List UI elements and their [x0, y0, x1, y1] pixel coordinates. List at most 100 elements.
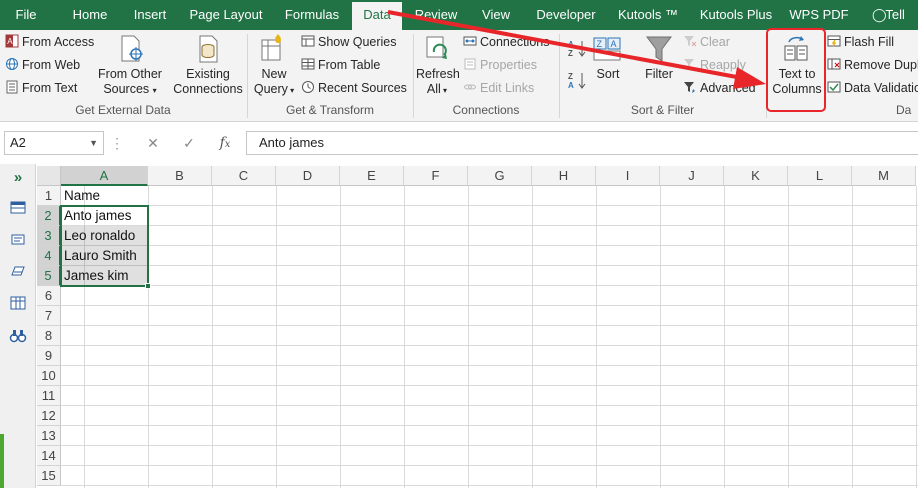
row-header-3[interactable]: 3 — [37, 226, 61, 246]
row-header-9[interactable]: 9 — [37, 346, 61, 366]
row-header-8[interactable]: 8 — [37, 326, 61, 346]
column-header-a[interactable]: A — [61, 166, 148, 186]
row-header-6[interactable]: 6 — [37, 286, 61, 306]
column-header-m[interactable]: M — [852, 166, 916, 186]
tab-page-layout[interactable]: Page Layout — [186, 0, 266, 30]
column-header-b[interactable]: B — [148, 166, 212, 186]
tell-me-box[interactable]: ◯ Tell m — [872, 0, 918, 52]
fill-handle[interactable] — [145, 283, 151, 289]
from-access-label: From Access — [22, 35, 95, 49]
existing-label-1: Existing — [186, 67, 230, 81]
enter-check-icon[interactable]: ✓ — [177, 132, 201, 154]
group-label-get-external-data: Get External Data — [75, 103, 171, 117]
cancel-icon[interactable]: ✕ — [141, 132, 165, 154]
properties-button[interactable]: Properties — [463, 55, 537, 75]
row-header-1[interactable]: 1 — [37, 186, 61, 206]
new-query-icon — [261, 34, 281, 61]
cell-a1[interactable]: Name — [61, 186, 100, 206]
tab-formulas[interactable]: Formulas — [280, 0, 344, 30]
row-header-15[interactable]: 15 — [37, 466, 61, 486]
cell-area[interactable]: Name Anto james Leo ronaldo Lauro Smith … — [60, 186, 918, 488]
dropdown-arrow-icon: ▾ — [287, 86, 295, 95]
worksheet-grid[interactable]: ABCDEFGHIJKLM 1 2 3 4 5 6 7 8 9 10 11 12 13 14 15 Name… — [37, 166, 918, 488]
formula-input[interactable]: Anto james — [246, 131, 918, 155]
sort-za-button[interactable]: ZA — [567, 70, 587, 90]
from-other-sources-button[interactable]: From Other Sources ▾ — [96, 34, 164, 98]
filter-label: Filter — [645, 67, 673, 81]
tab-kutools-plus[interactable]: Kutools Plus — [694, 0, 778, 30]
row-header-4[interactable]: 4 — [37, 246, 61, 266]
sort-za-icon: ZA — [568, 72, 586, 90]
sort-button[interactable]: ZA Sort — [590, 34, 626, 82]
column-header-d[interactable]: D — [276, 166, 340, 186]
row-header-13[interactable]: 13 — [37, 426, 61, 446]
column-header-g[interactable]: G — [468, 166, 532, 186]
flash-fill-button[interactable]: Flash Fill — [827, 32, 894, 52]
more-options-icon[interactable]: ⋮ — [109, 132, 125, 154]
filter-button[interactable]: Filter — [640, 34, 678, 82]
column-header-i[interactable]: I — [596, 166, 660, 186]
select-all-corner[interactable] — [37, 166, 61, 186]
other-sources-icon — [121, 35, 143, 62]
chevron-down-icon[interactable]: ▼ — [89, 132, 98, 154]
globe-icon — [6, 58, 18, 70]
column-list-icon[interactable] — [9, 294, 27, 312]
from-text-button[interactable]: From Text — [5, 78, 77, 98]
group-label-sort-filter: Sort & Filter — [630, 103, 695, 117]
funnel-icon — [646, 36, 672, 62]
existing-connections-button[interactable]: Existing Connections — [170, 34, 246, 97]
tab-insert[interactable]: Insert — [127, 0, 173, 30]
workbook-icon[interactable] — [9, 198, 27, 216]
data-validation-button[interactable]: Data Validatio — [827, 78, 918, 98]
column-header-e[interactable]: E — [340, 166, 404, 186]
recent-sources-button[interactable]: Recent Sources — [301, 78, 407, 98]
group-label-connections: Connections — [452, 103, 520, 117]
sort-az-button[interactable]: AZ — [567, 38, 587, 58]
insert-function-icon[interactable]: fx — [213, 132, 237, 154]
binoculars-icon[interactable] — [9, 326, 27, 344]
remove-duplicates-button[interactable]: Remove Dupl — [827, 55, 918, 75]
tab-data[interactable]: Data — [352, 2, 402, 30]
new-query-button[interactable]: New Query ▾ — [252, 34, 296, 98]
tab-review[interactable]: Review — [410, 0, 462, 30]
remove-duplicates-label: Remove Dupl — [844, 58, 918, 72]
reapply-button[interactable]: Reapply — [683, 55, 746, 75]
row-header-11[interactable]: 11 — [37, 386, 61, 406]
tab-kutools[interactable]: Kutools ™ — [612, 0, 684, 30]
tab-file[interactable]: File — [6, 0, 46, 30]
from-access-button[interactable]: A From Access — [5, 32, 94, 52]
reapply-label: Reapply — [700, 58, 746, 72]
edit-links-button[interactable]: Edit Links — [463, 78, 534, 98]
show-queries-icon — [301, 35, 315, 47]
refresh-all-button[interactable]: Refresh All ▾ — [416, 34, 460, 98]
from-web-button[interactable]: From Web — [5, 55, 80, 75]
advanced-filter-button[interactable]: Advanced — [683, 78, 756, 98]
connections-button[interactable]: Connections — [463, 32, 550, 52]
show-queries-button[interactable]: Show Queries — [301, 32, 397, 52]
row-header-5[interactable]: 5 — [37, 266, 61, 286]
row-header-14[interactable]: 14 — [37, 446, 61, 466]
autotext-icon[interactable] — [9, 262, 27, 280]
from-web-label: From Web — [22, 58, 81, 72]
column-header-l[interactable]: L — [788, 166, 852, 186]
tab-home[interactable]: Home — [66, 0, 114, 30]
column-header-k[interactable]: K — [724, 166, 788, 186]
clear-filter-button[interactable]: Clear — [683, 32, 730, 52]
from-table-button[interactable]: From Table — [301, 55, 380, 75]
row-header-12[interactable]: 12 — [37, 406, 61, 426]
name-box[interactable]: A2 ▼ — [4, 131, 104, 155]
column-header-c[interactable]: C — [212, 166, 276, 186]
tab-view[interactable]: View — [475, 0, 517, 30]
column-header-h[interactable]: H — [532, 166, 596, 186]
row-header-10[interactable]: 10 — [37, 366, 61, 386]
expand-pane-icon[interactable]: » — [9, 170, 27, 188]
row-header-2[interactable]: 2 — [37, 206, 61, 226]
column-header-j[interactable]: J — [660, 166, 724, 186]
row-header-7[interactable]: 7 — [37, 306, 61, 326]
tab-developer[interactable]: Developer — [530, 0, 602, 30]
tab-wps-pdf[interactable]: WPS PDF — [788, 0, 850, 30]
edit-links-label: Edit Links — [480, 81, 535, 95]
name-manager-icon[interactable] — [9, 230, 27, 248]
recent-sources-icon — [302, 81, 314, 93]
column-header-f[interactable]: F — [404, 166, 468, 186]
